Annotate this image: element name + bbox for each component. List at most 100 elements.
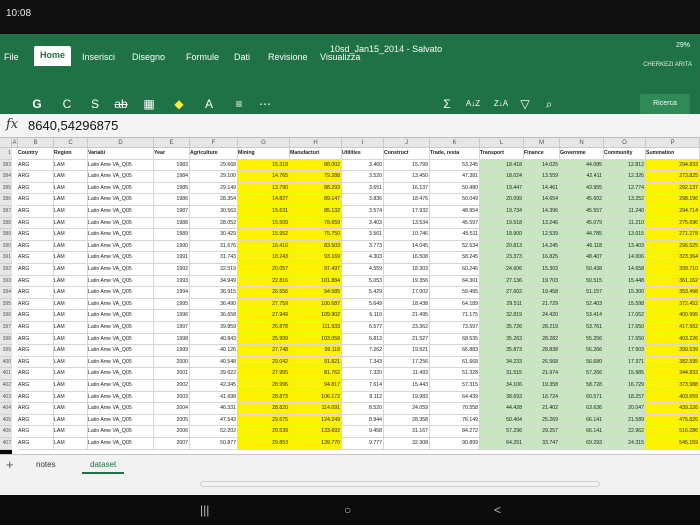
home-button[interactable]: ○ bbox=[344, 503, 351, 517]
horizontal-scrollbar[interactable] bbox=[200, 481, 600, 487]
table-cell[interactable]: 353.498 bbox=[646, 287, 700, 299]
row-header[interactable]: 393 bbox=[0, 275, 12, 288]
table-cell[interactable]: 48.407 bbox=[560, 252, 604, 264]
table-cell[interactable]: 9.777 bbox=[342, 438, 384, 450]
table-cell[interactable]: 66.883 bbox=[430, 345, 480, 357]
table-cell[interactable]: 31.676 bbox=[190, 240, 238, 253]
table-cell[interactable]: 66.141 bbox=[560, 414, 604, 427]
table-cell[interactable]: 13.790 bbox=[238, 182, 290, 195]
column-header-i[interactable]: I bbox=[342, 138, 384, 148]
table-cell[interactable]: 271.278 bbox=[646, 229, 700, 241]
table-cell[interactable]: 89.147 bbox=[290, 194, 342, 206]
table-cell[interactable]: 292.137 bbox=[646, 182, 700, 195]
column-header-d[interactable]: D bbox=[88, 138, 154, 148]
table-cell[interactable]: 22.816 bbox=[238, 275, 290, 288]
table-header-cell[interactable]: Transport bbox=[480, 148, 524, 160]
table-cell[interactable]: 15.300 bbox=[604, 287, 646, 299]
row-header[interactable]: 389 bbox=[0, 229, 12, 241]
table-cell[interactable]: 139.770 bbox=[290, 438, 342, 450]
table-cell[interactable]: 97.497 bbox=[290, 264, 342, 276]
table-cell[interactable]: LAM bbox=[54, 391, 88, 404]
table-cell[interactable]: 15.598 bbox=[604, 298, 646, 311]
table-cell[interactable]: 13.015 bbox=[604, 229, 646, 241]
table-cell[interactable]: 25.269 bbox=[524, 414, 560, 427]
table-cell[interactable]: LAM bbox=[54, 322, 88, 334]
table-cell[interactable]: 28.282 bbox=[524, 333, 560, 346]
table-cell[interactable]: 57.315 bbox=[430, 380, 480, 392]
table-cell[interactable]: 53.245 bbox=[430, 159, 480, 172]
table-cell[interactable]: 18.243 bbox=[238, 252, 290, 264]
tab-home[interactable]: Home bbox=[34, 46, 72, 66]
table-cell[interactable]: 45.079 bbox=[560, 217, 604, 230]
table-cell[interactable]: 21.589 bbox=[604, 414, 646, 427]
table-cell[interactable]: 1985 bbox=[154, 182, 190, 195]
table-cell[interactable]: Latin Ame VA_Q05 bbox=[88, 275, 154, 288]
table-cell[interactable]: 1983 bbox=[154, 159, 190, 172]
table-cell[interactable]: LAM bbox=[54, 414, 88, 427]
row-header[interactable]: 402 bbox=[0, 380, 12, 392]
table-cell[interactable]: 29.149 bbox=[190, 182, 238, 195]
table-cell[interactable]: 5.429 bbox=[342, 287, 384, 299]
table-cell[interactable]: 45.597 bbox=[430, 217, 480, 230]
table-cell[interactable]: 35.263 bbox=[480, 333, 524, 346]
table-cell[interactable]: 94.817 bbox=[290, 380, 342, 392]
table-cell[interactable]: 14.827 bbox=[238, 194, 290, 206]
table-cell[interactable]: 7.343 bbox=[342, 356, 384, 369]
row-header[interactable]: 385 bbox=[0, 182, 12, 195]
table-cell[interactable]: Latin Ame VA_Q05 bbox=[88, 391, 154, 404]
table-cell[interactable]: 439.226 bbox=[646, 403, 700, 415]
table-cell[interactable]: 29.675 bbox=[238, 414, 290, 427]
table-cell[interactable]: 21.527 bbox=[384, 333, 430, 346]
table-cell[interactable]: 88.002 bbox=[290, 159, 342, 172]
table-cell[interactable]: 294.714 bbox=[646, 206, 700, 218]
table-cell[interactable]: 29.853 bbox=[238, 438, 290, 450]
filter-button[interactable]: ▽ bbox=[516, 94, 534, 114]
table-cell[interactable]: 14.045 bbox=[384, 240, 430, 253]
table-cell[interactable]: 15.509 bbox=[238, 217, 290, 230]
table-cell[interactable]: 21.729 bbox=[524, 298, 560, 311]
table-cell[interactable]: 50.049 bbox=[430, 194, 480, 206]
table-cell[interactable]: 1993 bbox=[154, 275, 190, 288]
tab-formulas[interactable]: Formule bbox=[186, 52, 219, 62]
table-cell[interactable]: 109.902 bbox=[290, 310, 342, 322]
table-cell[interactable]: 51.157 bbox=[560, 287, 604, 299]
table-cell[interactable]: 60.571 bbox=[560, 391, 604, 404]
table-cell[interactable]: 69.293 bbox=[560, 438, 604, 450]
table-cell[interactable]: 93.169 bbox=[290, 252, 342, 264]
table-cell[interactable]: 26.568 bbox=[524, 356, 560, 369]
table-header-cell[interactable]: Agriculture bbox=[190, 148, 238, 160]
table-cell[interactable]: 8.520 bbox=[342, 403, 384, 415]
row-header[interactable]: 403 bbox=[0, 391, 12, 404]
table-cell[interactable]: 7.262 bbox=[342, 345, 384, 357]
table-cell[interactable]: 275.696 bbox=[646, 217, 700, 230]
table-cell[interactable]: 57.266 bbox=[560, 368, 604, 380]
table-cell[interactable]: 75.750 bbox=[290, 229, 342, 241]
recent-apps-button[interactable]: ||| bbox=[200, 503, 209, 517]
row-header[interactable]: 384 bbox=[0, 171, 12, 183]
table-cell[interactable]: 25.999 bbox=[238, 333, 290, 346]
table-cell[interactable]: Latin Ame VA_Q05 bbox=[88, 426, 154, 438]
table-cell[interactable]: ARG bbox=[18, 356, 54, 369]
table-cell[interactable]: 45.557 bbox=[560, 206, 604, 218]
table-cell[interactable]: 296.525 bbox=[646, 240, 700, 253]
table-cell[interactable]: 28.358 bbox=[384, 414, 430, 427]
table-cell[interactable]: Latin Ame VA_Q05 bbox=[88, 414, 154, 427]
table-cell[interactable]: ARG bbox=[18, 345, 54, 357]
table-cell[interactable]: 29.100 bbox=[190, 171, 238, 183]
select-all-corner[interactable] bbox=[0, 138, 12, 148]
table-cell[interactable]: Latin Ame VA_Q05 bbox=[88, 333, 154, 346]
column-header-g[interactable]: G bbox=[238, 138, 290, 148]
row-header[interactable]: 396 bbox=[0, 310, 12, 322]
table-cell[interactable]: 373.988 bbox=[646, 380, 700, 392]
table-cell[interactable]: 34.233 bbox=[480, 356, 524, 369]
table-cell[interactable]: 400.995 bbox=[646, 310, 700, 322]
table-cell[interactable]: ARG bbox=[18, 229, 54, 241]
table-cell[interactable]: 18.418 bbox=[480, 159, 524, 172]
table-cell[interactable]: 64.439 bbox=[430, 391, 480, 404]
table-cell[interactable]: 47.543 bbox=[190, 414, 238, 427]
column-header-p[interactable]: P bbox=[646, 138, 700, 148]
table-cell[interactable]: 16.825 bbox=[524, 252, 560, 264]
table-cell[interactable]: 52.202 bbox=[190, 426, 238, 438]
table-cell[interactable]: 44.428 bbox=[480, 403, 524, 415]
table-cell[interactable]: 16.416 bbox=[238, 240, 290, 253]
